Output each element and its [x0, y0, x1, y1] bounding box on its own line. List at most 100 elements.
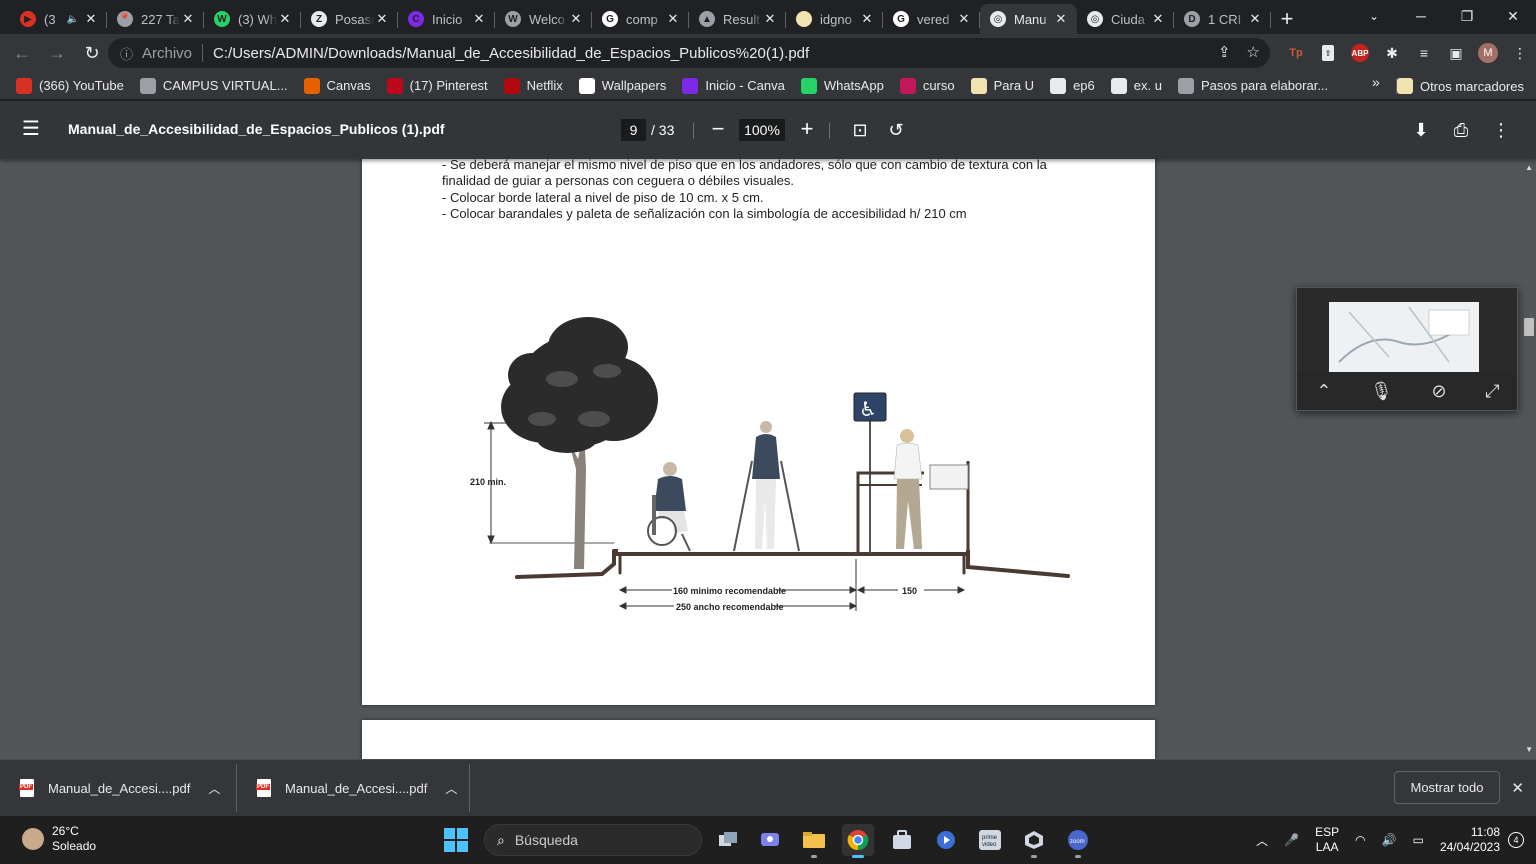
- close-window-button[interactable]: ✕: [1490, 0, 1536, 32]
- bookmark-item[interactable]: ep6: [1042, 74, 1103, 98]
- reload-icon[interactable]: ↻: [76, 37, 108, 69]
- close-tab-icon[interactable]: ✕: [374, 11, 390, 27]
- bookmarks-overflow-icon[interactable]: »: [1372, 74, 1380, 90]
- minimize-button[interactable]: ─: [1398, 0, 1444, 32]
- tab-11[interactable]: ◎ Ciuda ✕: [1077, 4, 1174, 34]
- close-tab-icon[interactable]: ✕: [762, 11, 778, 27]
- close-tab-icon[interactable]: ✕: [568, 11, 584, 27]
- tab-9[interactable]: Gvered ✕: [883, 4, 980, 34]
- more-menu-icon[interactable]: ⋮: [1504, 38, 1536, 68]
- sketchup-icon[interactable]: [1018, 824, 1050, 858]
- close-tab-icon[interactable]: ✕: [1247, 11, 1263, 27]
- tab-0[interactable]: ▶ (3 🔈 ✕: [10, 4, 107, 34]
- bookmark-item[interactable]: Inicio - Canva: [674, 74, 792, 98]
- fit-page-icon[interactable]: ⊡: [849, 119, 871, 141]
- tab-7[interactable]: ▲ Result ✕: [689, 4, 786, 34]
- teams-chat-icon[interactable]: [754, 824, 786, 856]
- close-tab-icon[interactable]: ✕: [859, 11, 875, 27]
- download-item[interactable]: Manual_de_Accesi....pdf ︿: [237, 768, 469, 808]
- tab-5[interactable]: W Welco ✕: [495, 4, 592, 34]
- bookmark-item[interactable]: WhatsApp: [793, 74, 892, 98]
- bookmark-item[interactable]: (17) Pinterest: [379, 74, 496, 98]
- tab-4[interactable]: C Inicio ✕: [398, 4, 495, 34]
- tab-search-chevron-icon[interactable]: ⌄: [1362, 6, 1386, 26]
- bookmark-item[interactable]: Wallpapers: [571, 74, 675, 98]
- page-number-input[interactable]: 9: [621, 119, 646, 141]
- chevron-up-icon[interactable]: ︿: [445, 780, 457, 797]
- chevron-up-icon[interactable]: ︿: [1256, 832, 1268, 849]
- start-windows-icon[interactable]: [444, 828, 468, 852]
- pdf-scrollbar[interactable]: ▲ ▼: [1522, 159, 1536, 759]
- weather-widget[interactable]: 26°C Soleado: [22, 824, 96, 854]
- volume-icon[interactable]: 🔊: [1382, 833, 1397, 847]
- battery-icon[interactable]: ▭: [1413, 833, 1424, 847]
- tab-1[interactable]: 📍 227 Ta ✕: [107, 4, 204, 34]
- close-tab-icon[interactable]: ✕: [956, 11, 972, 27]
- bookmark-item[interactable]: CAMPUS VIRTUAL...: [132, 74, 296, 98]
- new-tab-button[interactable]: +: [1271, 4, 1303, 34]
- hamburger-menu-icon[interactable]: ☰: [22, 119, 42, 139]
- tab-2[interactable]: W (3) Wh ✕: [204, 4, 301, 34]
- bookmark-item[interactable]: Netflix: [496, 74, 571, 98]
- restore-button[interactable]: ❐: [1444, 0, 1490, 32]
- bookmark-star-icon[interactable]: ☆: [1247, 43, 1260, 61]
- close-tab-icon[interactable]: ✕: [1053, 11, 1069, 27]
- language-indicator[interactable]: ESP LAA: [1315, 825, 1339, 855]
- more-options-icon[interactable]: ⋮: [1490, 119, 1512, 141]
- tab-6[interactable]: Gcomp ✕: [592, 4, 689, 34]
- scrollbar-thumb[interactable]: [1524, 318, 1534, 336]
- pdf-viewer[interactable]: - Se deberá manejar el mismo nivel de pi…: [0, 159, 1536, 759]
- video-off-icon[interactable]: ⊘: [1432, 381, 1447, 402]
- translate-extension-icon[interactable]: Tp: [1280, 38, 1312, 68]
- tab-10[interactable]: ◎ Manu ✕: [980, 4, 1077, 34]
- zoom-app-icon[interactable]: zoom: [1062, 824, 1094, 858]
- close-tab-icon[interactable]: ✕: [665, 11, 681, 27]
- share-icon[interactable]: ⇪: [1218, 43, 1231, 61]
- tab-12[interactable]: D 1 CRI ✕: [1174, 4, 1271, 34]
- media-player-icon[interactable]: [930, 824, 962, 856]
- tab-3[interactable]: Z Posasi ✕: [301, 4, 398, 34]
- url-text[interactable]: C:/Users/ADMIN/Downloads/Manual_de_Acces…: [213, 45, 809, 62]
- close-tab-icon[interactable]: ✕: [471, 11, 487, 27]
- floating-video-window[interactable]: ⌃ 🎙 ⊘ ⤢: [1296, 287, 1518, 411]
- media-control-icon[interactable]: ≡: [1408, 38, 1440, 68]
- download-item[interactable]: Manual_de_Accesi....pdf ︿: [0, 768, 236, 808]
- tab-8[interactable]: idgno ✕: [786, 4, 883, 34]
- print-icon[interactable]: ⎙: [1450, 119, 1472, 141]
- chrome-taskbar-icon[interactable]: [842, 824, 874, 858]
- extension-icon[interactable]: ⇧: [1312, 38, 1344, 68]
- bookmark-item[interactable]: curso: [892, 74, 963, 98]
- clock[interactable]: 11:08 24/04/2023: [1440, 825, 1500, 855]
- rotate-icon[interactable]: ↺: [885, 119, 907, 141]
- bookmark-item[interactable]: Para U: [963, 74, 1042, 98]
- zoom-in-button[interactable]: +: [795, 116, 819, 141]
- tab-audio-icon[interactable]: 🔈: [67, 14, 79, 25]
- side-panel-icon[interactable]: ▣: [1440, 38, 1472, 68]
- profile-avatar[interactable]: M: [1472, 38, 1504, 68]
- forward-arrow-icon[interactable]: →: [41, 37, 73, 69]
- close-downloads-icon[interactable]: ✕: [1511, 779, 1524, 797]
- zoom-level-input[interactable]: 100%: [739, 119, 785, 141]
- store-icon[interactable]: [886, 824, 918, 856]
- bookmark-item[interactable]: ex. u: [1103, 74, 1170, 98]
- scroll-down-icon[interactable]: ▼: [1525, 745, 1533, 754]
- address-bar[interactable]: ⓘ Archivo C:/Users/ADMIN/Downloads/Manua…: [108, 38, 1270, 68]
- puzzle-extensions-icon[interactable]: ✱: [1376, 38, 1408, 68]
- other-bookmarks-folder[interactable]: Otros marcadores: [1389, 74, 1532, 98]
- chevron-up-icon[interactable]: ︿: [208, 780, 220, 797]
- close-tab-icon[interactable]: ✕: [277, 11, 293, 27]
- scroll-up-icon[interactable]: ▲: [1525, 163, 1533, 172]
- taskbar-search[interactable]: ⌕ Búsqueda: [484, 824, 702, 856]
- adblock-icon[interactable]: ABP: [1344, 38, 1376, 68]
- file-explorer-icon[interactable]: [798, 824, 830, 858]
- bookmark-item[interactable]: (366) YouTube: [8, 74, 132, 98]
- notification-count-badge[interactable]: 4: [1508, 832, 1524, 848]
- zoom-out-button[interactable]: −: [706, 116, 730, 141]
- info-icon[interactable]: ⓘ: [120, 44, 138, 63]
- prime-video-icon[interactable]: prime video: [974, 824, 1006, 856]
- microphone-icon[interactable]: 🎤: [1284, 833, 1299, 847]
- download-icon[interactable]: ⬇: [1410, 119, 1432, 141]
- expand-icon[interactable]: ⤢: [1485, 381, 1499, 402]
- task-view-icon[interactable]: [712, 824, 744, 856]
- microphone-icon[interactable]: 🎙: [1370, 381, 1393, 402]
